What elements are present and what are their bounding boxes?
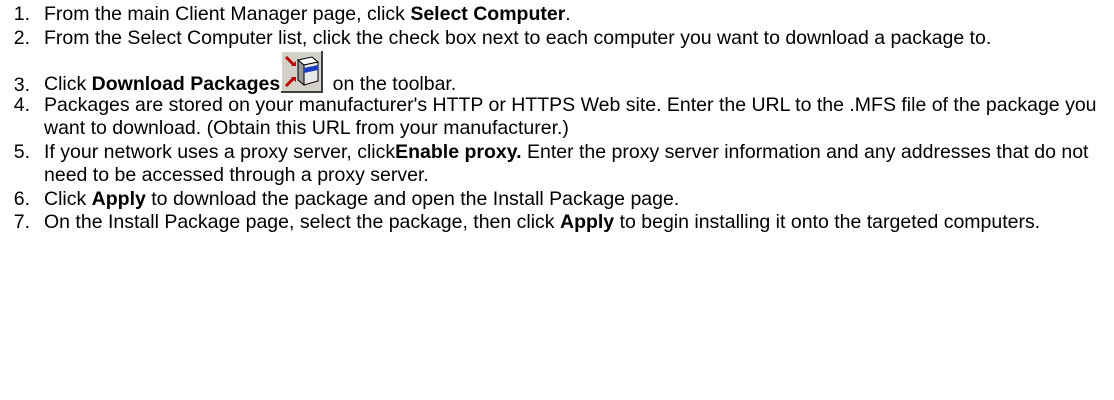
step-text-end: . <box>565 3 571 25</box>
select-computer-label: Select Computer <box>410 3 566 25</box>
step-text: Click <box>44 187 92 210</box>
step-5: 5. If your network uses a proxy server, c… <box>0 141 1114 188</box>
step-number: 1. <box>13 3 30 25</box>
step-number: 5. <box>13 140 30 163</box>
step-number: 2. <box>13 26 30 49</box>
apply-label: Apply <box>559 211 615 233</box>
step-number: 7. <box>13 211 30 233</box>
step-3: 3. Click Download Packages on the toolbar… <box>0 51 1114 97</box>
download-packages-icon <box>281 51 324 93</box>
step-text: From the main Client Manager page, click <box>44 3 411 25</box>
apply-label: Apply <box>91 187 146 210</box>
step-text: If your network uses a proxy server, cli… <box>44 140 396 163</box>
step-number: 6. <box>13 187 30 210</box>
step-4: 4. Packages are stored on your manufactur… <box>0 94 1114 141</box>
step-text: Packages are stored on your manufacturer… <box>44 93 1097 140</box>
instruction-steps: 1. From the main Client Manager page, cli… <box>0 0 1114 235</box>
download-packages-label: Download Packages <box>91 73 281 95</box>
step-text-end: to download the package and open the Ins… <box>145 187 680 210</box>
step-6: 6. Click Apply to download the package an… <box>0 188 1114 212</box>
step-text: On the Install Package page, select the … <box>44 211 560 233</box>
enable-proxy-label: Enable proxy. <box>395 140 522 163</box>
step-text: From the Select Computer list, click the… <box>44 26 992 49</box>
step-7: 7. On the Install Package page, select th… <box>0 211 1114 235</box>
step-text-end: on the toolbar. <box>327 73 457 95</box>
step-text-end: to begin installing it onto the targeted… <box>614 211 1041 233</box>
step-number: 4. <box>13 93 30 116</box>
step-2: 2. From the Select Computer list, click t… <box>0 27 1114 51</box>
step-1: 1. From the main Client Manager page, cli… <box>0 3 1114 27</box>
step-text: Click <box>44 73 92 95</box>
